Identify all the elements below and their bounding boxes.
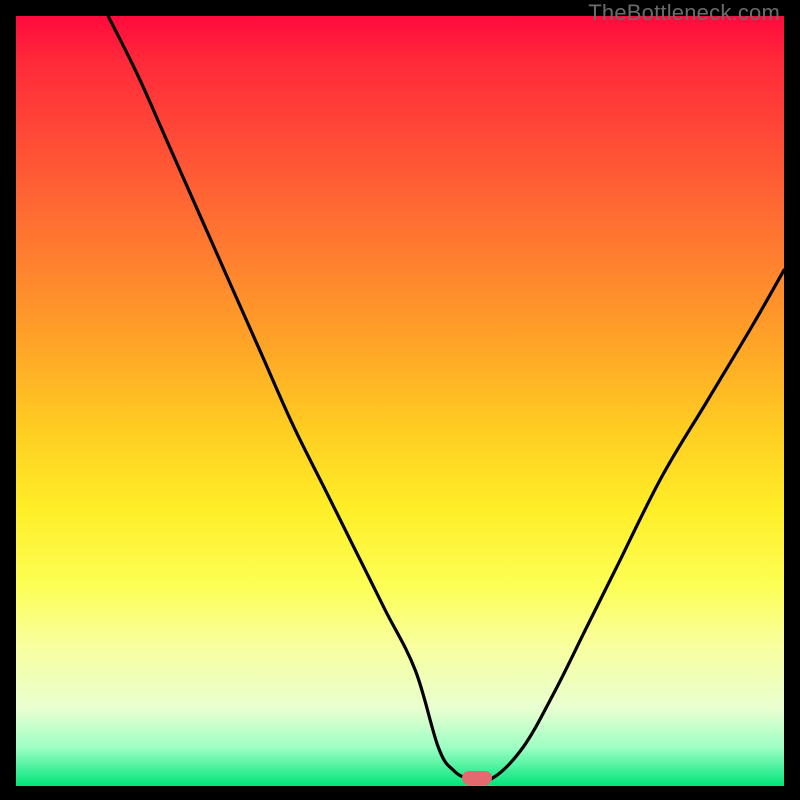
chart-frame: TheBottleneck.com xyxy=(0,0,800,800)
bottleneck-curve xyxy=(16,16,784,786)
plot-area xyxy=(16,16,784,786)
curve-path xyxy=(108,16,784,781)
optimal-point-marker xyxy=(462,771,492,785)
attribution-text: TheBottleneck.com xyxy=(588,0,780,26)
